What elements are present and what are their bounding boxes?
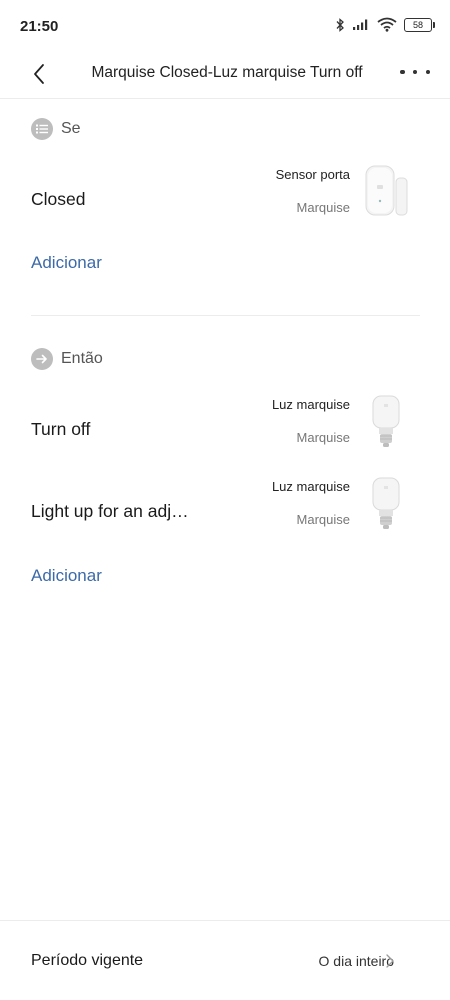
condition-room: Marquise	[296, 200, 350, 215]
wifi-icon	[377, 17, 397, 32]
condition-name: Closed	[31, 189, 86, 209]
door-sensor-icon	[365, 165, 408, 216]
bottom-divider	[0, 920, 450, 921]
add-condition-link[interactable]: Adicionar	[31, 253, 102, 273]
add-action-link[interactable]: Adicionar	[31, 566, 102, 586]
page-title: Marquise Closed-Luz marquise Turn off	[91, 64, 363, 81]
status-icons: 58	[335, 17, 435, 32]
more-dot-icon	[425, 69, 430, 75]
chevron-right-icon	[386, 954, 394, 968]
light-bulb-icon	[372, 477, 400, 529]
more-options-button[interactable]	[400, 60, 430, 84]
list-icon	[31, 118, 53, 140]
light-bulb-icon	[372, 395, 400, 447]
signal-icon	[353, 19, 368, 30]
section-divider	[31, 315, 420, 316]
header-divider	[0, 98, 450, 99]
status-time: 21:50	[20, 18, 59, 35]
action-name: Light up for an adj…	[31, 501, 189, 521]
arrow-right-icon	[31, 348, 53, 370]
then-section-header: Então	[31, 348, 103, 370]
action-row[interactable]: Turn off Luz marquise Marquise	[0, 395, 450, 465]
action-row[interactable]: Light up for an adj… Luz marquise Marqui…	[0, 477, 450, 547]
period-label: Período vigente	[31, 952, 144, 969]
bluetooth-icon	[336, 17, 344, 32]
action-room: Marquise	[296, 512, 350, 527]
app-bar: Marquise Closed-Luz marquise Turn off	[0, 52, 450, 98]
status-bar: 21:50 58	[0, 0, 450, 52]
if-section-label: Se	[61, 120, 81, 137]
action-name: Turn off	[31, 419, 91, 439]
action-device: Luz marquise	[271, 397, 350, 412]
action-room: Marquise	[296, 430, 350, 445]
more-dot-icon	[400, 69, 405, 75]
more-dot-icon	[412, 69, 418, 75]
action-device: Luz marquise	[271, 479, 350, 494]
condition-row[interactable]: Closed Sensor porta Marquise	[0, 165, 450, 235]
back-arrow-icon	[34, 64, 44, 84]
battery-indicator: 58	[404, 17, 435, 32]
then-section-label: Então	[61, 350, 103, 367]
condition-device: Sensor porta	[275, 167, 350, 182]
period-value: O dia inteiro	[318, 953, 394, 969]
if-section-header: Se	[31, 118, 81, 140]
battery-level: 58	[412, 19, 423, 30]
back-button[interactable]	[26, 60, 54, 88]
